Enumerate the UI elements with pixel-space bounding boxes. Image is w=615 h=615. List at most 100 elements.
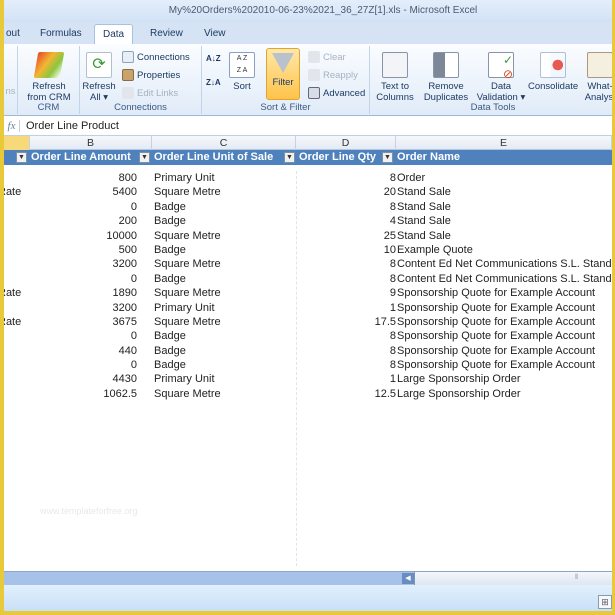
cell-qty[interactable]: 8	[390, 272, 396, 286]
cell-unit[interactable]: Badge	[154, 272, 186, 286]
cell-amount[interactable]: 10000	[106, 229, 137, 243]
sort-button[interactable]: A ZZ A Sort	[228, 52, 256, 92]
refresh-all-button[interactable]: ⟳ Refresh All ▾	[82, 52, 116, 103]
cell-unit[interactable]: Badge	[154, 358, 186, 372]
cell-qty[interactable]: 8	[390, 358, 396, 372]
cell-amount[interactable]: 1890	[113, 286, 137, 300]
cell-amount[interactable]: 0	[131, 200, 137, 214]
cell-qty[interactable]: 8	[390, 200, 396, 214]
cell-unit[interactable]: Primary Unit	[154, 171, 215, 185]
advanced-filter-button[interactable]: Advanced	[308, 87, 365, 99]
cell-name[interactable]: Stand Sale	[397, 185, 451, 199]
cell-name[interactable]: Sponsorship Quote for Example Account	[397, 315, 595, 329]
cell-name[interactable]: Content Ed Net Communications S.L. Stand	[397, 272, 612, 286]
connections-button[interactable]: Connections	[122, 51, 190, 63]
cell-name[interactable]: Large Sponsorship Order	[397, 387, 521, 401]
consolidate-button[interactable]: Consolidate	[528, 52, 578, 92]
edit-links-button[interactable]: Edit Links	[122, 87, 178, 99]
cell-unit[interactable]: Primary Unit	[154, 372, 215, 386]
cell-name[interactable]: Example Quote	[397, 243, 473, 257]
cell-amount[interactable]: 800	[119, 171, 137, 185]
cell-unit[interactable]: Square Metre	[154, 257, 221, 271]
what-if-analysis-button[interactable]: What- Analysi	[580, 52, 612, 103]
cell-name[interactable]: Sponsorship Quote for Example Account	[397, 358, 595, 372]
cell-unit[interactable]: Square Metre	[154, 286, 221, 300]
cell-amount[interactable]: 3200	[113, 257, 137, 271]
cell-amount[interactable]: 1062.5	[103, 387, 137, 401]
cell-qty[interactable]: 12.5	[375, 387, 396, 401]
cell-name[interactable]: Content Ed Net Communications S.L. Stand	[397, 257, 612, 271]
remove-duplicates-button[interactable]: Remove Duplicates	[420, 52, 472, 103]
filter-button[interactable]: Filter	[266, 48, 300, 100]
tab-formulas[interactable]: Formulas	[32, 24, 90, 44]
tab-data[interactable]: Data	[94, 24, 134, 44]
tab-page-layout[interactable]: out	[4, 24, 28, 44]
cell-unit[interactable]: Square Metre	[154, 387, 221, 401]
cell-qty[interactable]: 1	[390, 372, 396, 386]
cell-qty[interactable]: 1	[390, 301, 396, 315]
filter-dropdown-qty[interactable]: ▼	[382, 152, 393, 163]
cell-qty[interactable]: 25	[384, 229, 396, 243]
cell-amount[interactable]: 500	[119, 243, 137, 257]
data-validation-button[interactable]: ✓ ⊘ Data Validation ▾	[474, 52, 528, 103]
cell-unit[interactable]: Badge	[154, 329, 186, 343]
cell-a[interactable]: Rate	[4, 315, 21, 329]
cell-unit[interactable]: Badge	[154, 344, 186, 358]
cell-amount[interactable]: 200	[119, 214, 137, 228]
filter-dropdown-unit[interactable]: ▼	[284, 152, 295, 163]
cell-name[interactable]: Stand Sale	[397, 200, 451, 214]
horizontal-scrollbar[interactable]: ◀ ⦀	[4, 571, 612, 585]
reapply-button[interactable]: Reapply	[308, 69, 358, 81]
cell-name[interactable]: Sponsorship Quote for Example Account	[397, 301, 595, 315]
cell-name[interactable]: Order	[397, 171, 425, 185]
cell-qty[interactable]: 17.5	[375, 315, 396, 329]
cell-unit[interactable]: Square Metre	[154, 315, 221, 329]
cell-name[interactable]: Sponsorship Quote for Example Account	[397, 286, 595, 300]
insert-function-icon[interactable]: fx	[4, 119, 20, 132]
normal-view-icon[interactable]: ⊞	[598, 595, 612, 609]
cell-amount[interactable]: 5400	[113, 185, 137, 199]
properties-button[interactable]: Properties	[122, 69, 180, 81]
cell-amount[interactable]: 4430	[113, 372, 137, 386]
cell-unit[interactable]: Badge	[154, 243, 186, 257]
cell-amount[interactable]: 3200	[113, 301, 137, 315]
cell-unit[interactable]: Primary Unit	[154, 301, 215, 315]
refresh-from-crm-button[interactable]: Refresh from CRM	[24, 52, 74, 103]
worksheet-grid[interactable]: 800Primary Unit8OrderRate5400Square Metr…	[4, 171, 612, 566]
tab-review[interactable]: Review	[142, 24, 191, 44]
column-header-e[interactable]: E	[396, 136, 612, 150]
cell-qty[interactable]: 8	[390, 257, 396, 271]
cell-name[interactable]: Stand Sale	[397, 214, 451, 228]
scroll-thumb-grip[interactable]: ⦀	[575, 574, 578, 582]
tab-view[interactable]: View	[196, 24, 234, 44]
cell-unit[interactable]: Badge	[154, 214, 186, 228]
cell-name[interactable]: Large Sponsorship Order	[397, 372, 521, 386]
filter-dropdown-a[interactable]: ▼	[16, 152, 27, 163]
cell-a[interactable]: Rate	[4, 286, 21, 300]
cell-qty[interactable]: 4	[390, 214, 396, 228]
cell-name[interactable]: Stand Sale	[397, 229, 451, 243]
cell-qty[interactable]: 8	[390, 329, 396, 343]
column-header-b[interactable]: B	[30, 136, 152, 150]
scroll-track[interactable]: ⦀	[414, 572, 612, 585]
clear-filter-button[interactable]: Clear	[308, 51, 346, 63]
text-to-columns-button[interactable]: Text to Columns	[372, 52, 418, 103]
scroll-left-button[interactable]: ◀	[402, 573, 414, 584]
sort-a-z-button[interactable]: A↓Z	[206, 54, 221, 63]
cell-amount[interactable]: 440	[119, 344, 137, 358]
cell-amount[interactable]: 3675	[113, 315, 137, 329]
column-header-c[interactable]: C	[152, 136, 296, 150]
filter-dropdown-amount[interactable]: ▼	[139, 152, 150, 163]
cell-a[interactable]: Rate	[4, 185, 21, 199]
cell-amount[interactable]: 0	[131, 329, 137, 343]
cell-amount[interactable]: 0	[131, 272, 137, 286]
cell-qty[interactable]: 9	[390, 286, 396, 300]
cell-qty[interactable]: 8	[390, 344, 396, 358]
cell-unit[interactable]: Square Metre	[154, 229, 221, 243]
cell-qty[interactable]: 20	[384, 185, 396, 199]
cell-amount[interactable]: 0	[131, 358, 137, 372]
cell-unit[interactable]: Square Metre	[154, 185, 221, 199]
cell-name[interactable]: Sponsorship Quote for Example Account	[397, 344, 595, 358]
cell-unit[interactable]: Badge	[154, 200, 186, 214]
sort-z-a-button[interactable]: Z↓A	[206, 78, 221, 87]
